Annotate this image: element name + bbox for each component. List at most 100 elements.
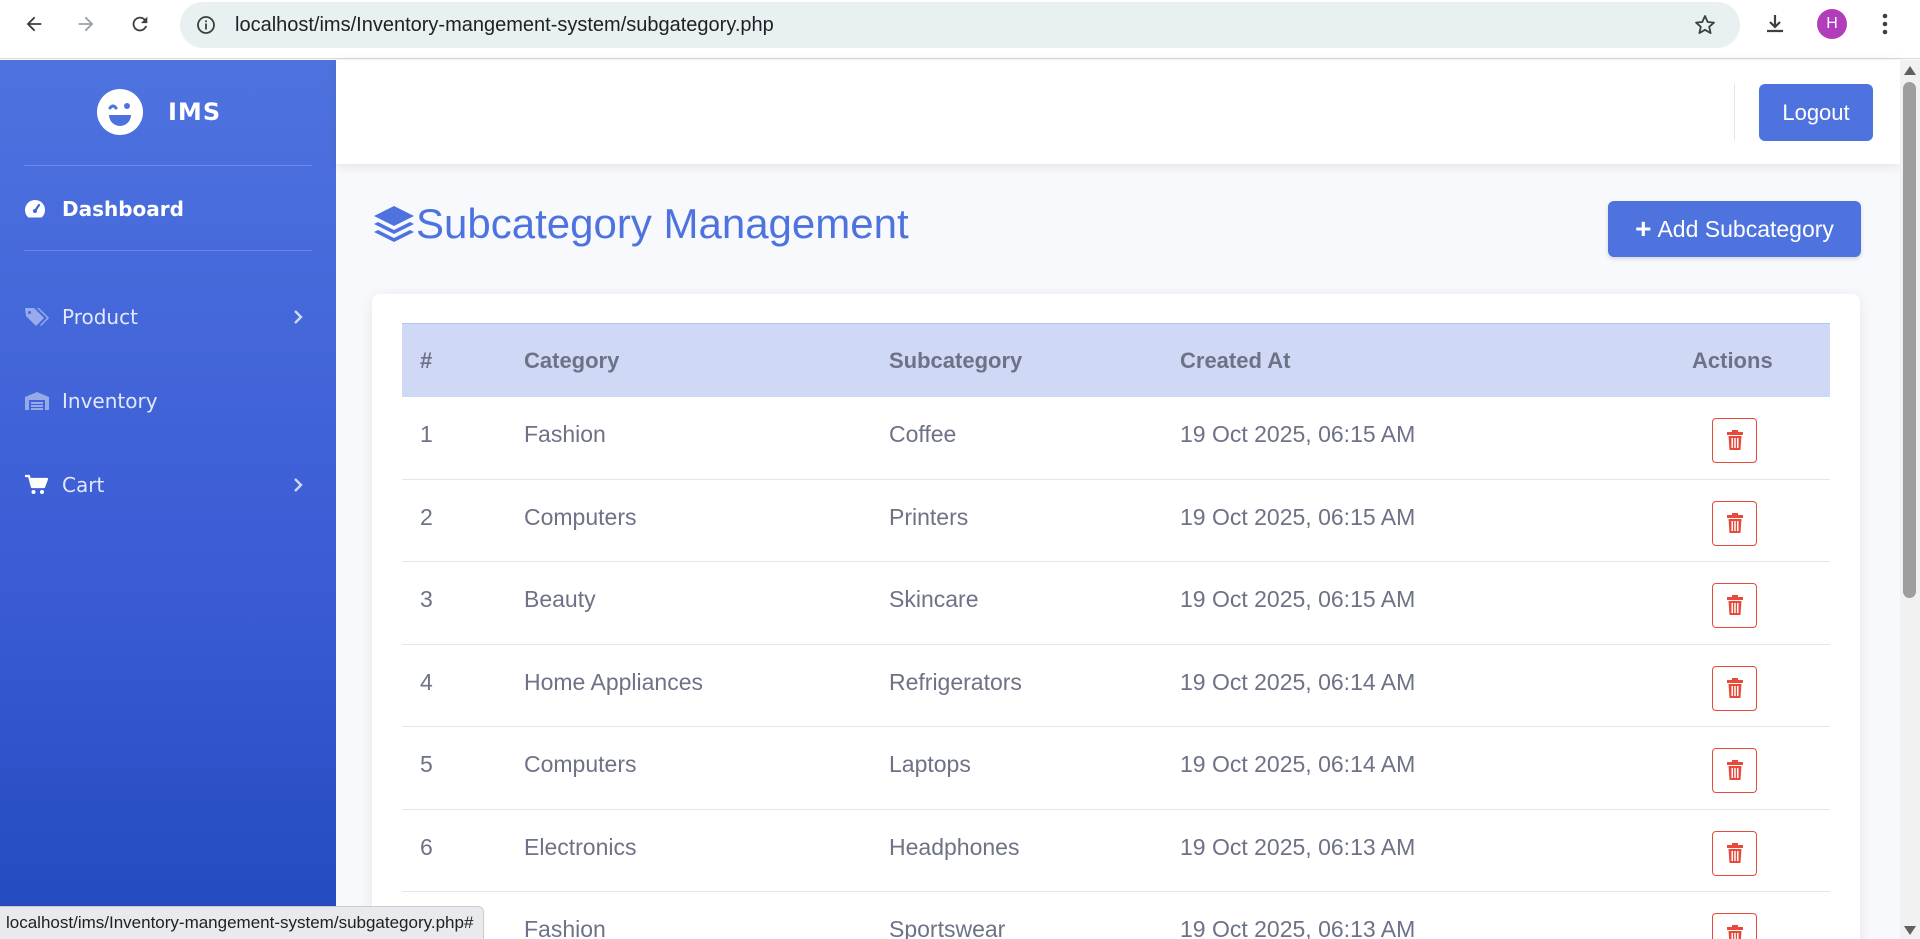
cell-category: Computers (524, 751, 637, 777)
topbar: Logout (336, 60, 1900, 164)
column-header-actions: Actions (1692, 348, 1773, 373)
cell-subcategory: Printers (889, 503, 969, 530)
cell-created-at: 19 Oct 2025, 06:15 AM (1180, 586, 1416, 612)
reload-button[interactable] (122, 6, 158, 42)
cell-subcategory: Refrigerators (889, 668, 1022, 695)
sidebar-item-cart[interactable]: Cart (24, 465, 312, 505)
brand-name: IMS (168, 98, 222, 126)
brand[interactable]: IMS (96, 88, 221, 136)
cell-created-at: 19 Oct 2025, 06:15 AM (1180, 503, 1416, 530)
cell-subcategory: Laptops (889, 751, 971, 777)
cell-created-at: 19 Oct 2025, 06:14 AM (1180, 751, 1416, 777)
cell-number: 5 (420, 751, 433, 777)
table-header: # Category Subcategory Created At Action… (402, 323, 1830, 397)
trash-icon (1726, 430, 1743, 450)
forward-arrow-icon (78, 16, 94, 32)
table-row: 7 Fashion Sportswear 19 Oct 2025, 06:13 … (402, 892, 1830, 939)
trash-icon (1726, 760, 1743, 780)
back-arrow-icon (26, 16, 42, 32)
cell-category: Electronics (524, 833, 637, 860)
trash-icon (1726, 842, 1743, 863)
subcategory-table: # Category Subcategory Created At Action… (402, 323, 1830, 939)
cell-created-at: 19 Oct 2025, 06:13 AM (1180, 916, 1416, 939)
cell-created-at: 19 Oct 2025, 06:13 AM (1180, 833, 1416, 860)
column-header-subcategory: Subcategory (889, 348, 1023, 373)
delete-button[interactable] (1712, 500, 1757, 546)
forward-button[interactable] (68, 6, 104, 42)
delete-button[interactable] (1712, 748, 1757, 793)
topbar-divider (1734, 84, 1735, 140)
tachometer-icon (24, 197, 52, 221)
sidebar-divider (24, 250, 312, 251)
add-subcategory-label: Add Subcategory (1657, 215, 1834, 242)
table-row: 6 Electronics Headphones 19 Oct 2025, 06… (402, 810, 1830, 892)
add-subcategory-button[interactable]: + Add Subcategory (1608, 201, 1861, 257)
site-info-icon[interactable] (194, 13, 218, 37)
sidebar-item-label: Dashboard (62, 197, 184, 221)
cell-number: 6 (420, 833, 433, 860)
delete-button[interactable] (1712, 418, 1757, 463)
link-status-bubble: localhost/ims/Inventory-mangement-system… (0, 906, 485, 939)
sidebar-divider (24, 165, 312, 166)
cell-subcategory: Skincare (889, 586, 979, 612)
sidebar-item-inventory[interactable]: Inventory (24, 381, 312, 421)
download-icon[interactable] (1760, 9, 1790, 39)
cell-category: Computers (524, 503, 637, 530)
cell-category: Fashion (524, 916, 606, 939)
laugh-wink-icon (97, 89, 143, 135)
sidebar-item-label: Inventory (62, 389, 158, 413)
scroll-up-arrow-icon[interactable] (1904, 66, 1916, 75)
delete-button[interactable] (1712, 665, 1757, 711)
delete-button[interactable] (1712, 913, 1757, 939)
table-row: 2 Computers Printers 19 Oct 2025, 06:15 … (402, 480, 1830, 562)
trash-icon (1726, 677, 1743, 698)
sidebar-item-label: Cart (62, 473, 105, 497)
trash-icon (1726, 925, 1743, 939)
column-header-category: Category (524, 348, 620, 373)
trash-icon (1726, 512, 1743, 533)
cell-number: 4 (420, 668, 433, 695)
table-row: 4 Home Appliances Refrigerators 19 Oct 2… (402, 645, 1830, 727)
delete-button[interactable] (1712, 583, 1757, 628)
scroll-down-arrow-icon[interactable] (1904, 926, 1916, 935)
bookmark-star-icon[interactable] (1692, 12, 1718, 38)
cell-number: 1 (420, 421, 433, 447)
scrollbar-thumb[interactable] (1903, 82, 1916, 598)
chevron-right-icon (290, 475, 306, 495)
trash-icon (1726, 595, 1743, 615)
shopping-cart-icon (24, 473, 52, 497)
cell-category: Fashion (524, 421, 606, 447)
browser-toolbar: localhost/ims/Inventory-mangement-system… (0, 0, 1920, 59)
logout-button[interactable]: Logout (1759, 84, 1873, 141)
sidebar-item-label: Product (62, 305, 138, 329)
sidebar: IMS Dashboard Product Inventory Cart (0, 60, 336, 939)
page-title: Subcategory Management (416, 200, 909, 247)
page-scrollbar[interactable] (1900, 60, 1920, 939)
page-heading: Subcategory Management (372, 200, 909, 248)
cell-subcategory: Headphones (889, 833, 1020, 860)
cell-subcategory: Coffee (889, 421, 957, 447)
chevron-right-icon (290, 307, 306, 327)
cell-created-at: 19 Oct 2025, 06:15 AM (1180, 421, 1416, 447)
address-bar[interactable]: localhost/ims/Inventory-mangement-system… (180, 2, 1740, 48)
plus-icon: + (1635, 213, 1652, 244)
column-header-number: # (420, 348, 433, 373)
cell-created-at: 19 Oct 2025, 06:14 AM (1180, 668, 1416, 695)
column-header-created-at: Created At (1180, 348, 1291, 373)
cell-category: Home Appliances (524, 668, 703, 695)
sidebar-item-dashboard[interactable]: Dashboard (24, 189, 312, 229)
back-button[interactable] (16, 6, 52, 42)
cell-number: 3 (420, 586, 433, 612)
delete-button[interactable] (1712, 830, 1757, 876)
url-text: localhost/ims/Inventory-mangement-system… (235, 14, 774, 36)
more-menu-icon[interactable] (1875, 9, 1895, 39)
layer-group-icon (374, 206, 414, 242)
table-row: 5 Computers Laptops 19 Oct 2025, 06:14 A… (402, 727, 1830, 810)
table-row: 3 Beauty Skincare 19 Oct 2025, 06:15 AM (402, 562, 1830, 645)
sidebar-item-product[interactable]: Product (24, 297, 312, 337)
cell-number: 2 (420, 503, 433, 530)
warehouse-icon (24, 389, 52, 413)
cell-subcategory: Sportswear (889, 916, 1006, 939)
profile-avatar[interactable]: H (1817, 9, 1847, 39)
tags-icon (24, 305, 52, 329)
